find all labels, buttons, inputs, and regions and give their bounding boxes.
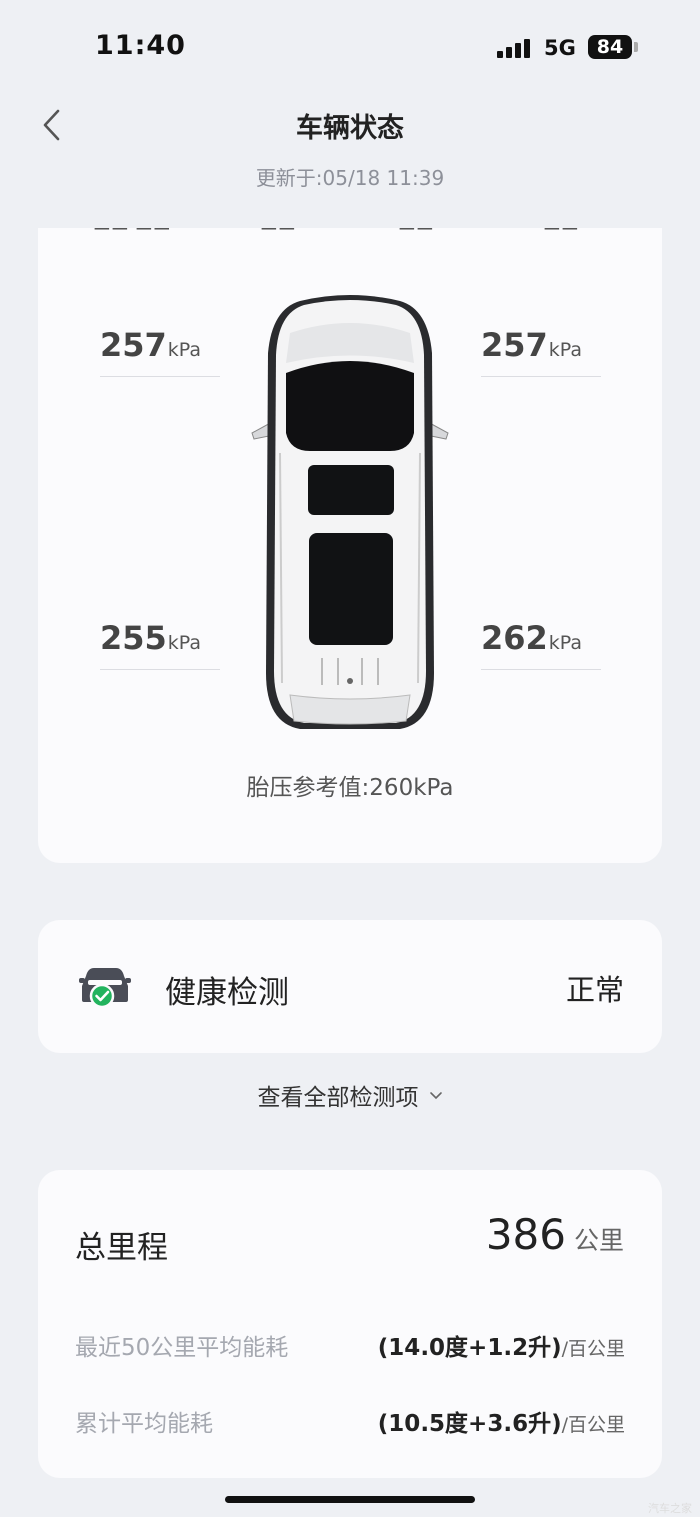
- tire-front-right-unit: kPa: [548, 339, 583, 361]
- tire-rear-left-value: 255: [100, 619, 167, 657]
- tire-rear-right-value: 262: [481, 619, 548, 657]
- consumption-recent-unit: /百公里: [561, 1338, 625, 1360]
- battery-icon: 84: [588, 35, 632, 59]
- tire-front-right-value: 257: [481, 326, 548, 364]
- tire-rear-right-unit: kPa: [548, 632, 583, 654]
- tire-front-left-value: 257: [100, 326, 167, 364]
- tire-rear-left: 255kPa: [100, 619, 220, 670]
- update-time: 更新于:05/18 11:39: [255, 166, 445, 190]
- total-mileage-label: 总里程: [75, 1230, 168, 1266]
- reference-pressure: 胎压参考值:260kPa: [38, 768, 662, 802]
- consumption-recent-label: 最近50公里平均能耗: [75, 1335, 289, 1361]
- mileage-unit: 公里: [573, 1226, 624, 1255]
- home-indicator[interactable]: [225, 1496, 475, 1503]
- consumption-recent-value: (14.0度+1.2升): [377, 1335, 562, 1361]
- consumption-total-value: (10.5度+3.6升): [377, 1411, 562, 1437]
- health-check-label: 健康检测: [165, 975, 289, 1011]
- view-all-label: 查看全部检测项: [257, 1085, 419, 1111]
- consumption-total-unit: /百公里: [561, 1414, 625, 1436]
- total-mileage-value: 386 公里: [486, 1210, 624, 1259]
- network-type: 5G: [544, 36, 576, 60]
- view-all-checks-button[interactable]: 查看全部检测项: [0, 1078, 700, 1112]
- tire-front-left-unit: kPa: [167, 339, 202, 361]
- consumption-total-label: 累计平均能耗: [75, 1411, 213, 1437]
- consumption-row-total: 累计平均能耗 (10.5度+3.6升)/百公里: [75, 1404, 625, 1438]
- status-time: 11:40: [95, 30, 186, 61]
- cut-off-labels: ▬▬ ▬▬ ▬▬ ▬▬ ▬▬: [38, 228, 662, 236]
- tire-rear-right: 262kPa: [481, 619, 601, 670]
- chevron-down-icon: [429, 1091, 442, 1099]
- watermark: 汽车之家: [648, 1502, 692, 1515]
- reference-label: 胎压参考值:: [246, 775, 370, 801]
- mileage-number: 386: [485, 1210, 566, 1259]
- health-status: 正常: [565, 973, 624, 1007]
- tire-front-right: 257kPa: [481, 326, 601, 377]
- car-check-icon: [79, 968, 131, 1009]
- tire-rear-left-unit: kPa: [167, 632, 202, 654]
- car-top-view-image: [250, 293, 450, 733]
- tire-pressure-card: ▬▬ ▬▬ ▬▬ ▬▬ ▬▬ 257kPa 257kPa 255kPa 262k…: [38, 228, 662, 863]
- consumption-row-recent: 最近50公里平均能耗 (14.0度+1.2升)/百公里: [75, 1328, 625, 1362]
- reference-value: 260kPa: [369, 775, 454, 801]
- mileage-card: 总里程 386 公里 最近50公里平均能耗 (14.0度+1.2升)/百公里 累计…: [38, 1170, 662, 1478]
- signal-icon: [497, 38, 533, 58]
- page-title: 车辆状态: [296, 113, 404, 144]
- battery-tip: [634, 42, 638, 52]
- status-bar: 11:40 5G 84: [0, 0, 700, 95]
- health-check-card[interactable]: 健康检测 正常: [38, 920, 662, 1053]
- tire-front-left: 257kPa: [100, 326, 220, 377]
